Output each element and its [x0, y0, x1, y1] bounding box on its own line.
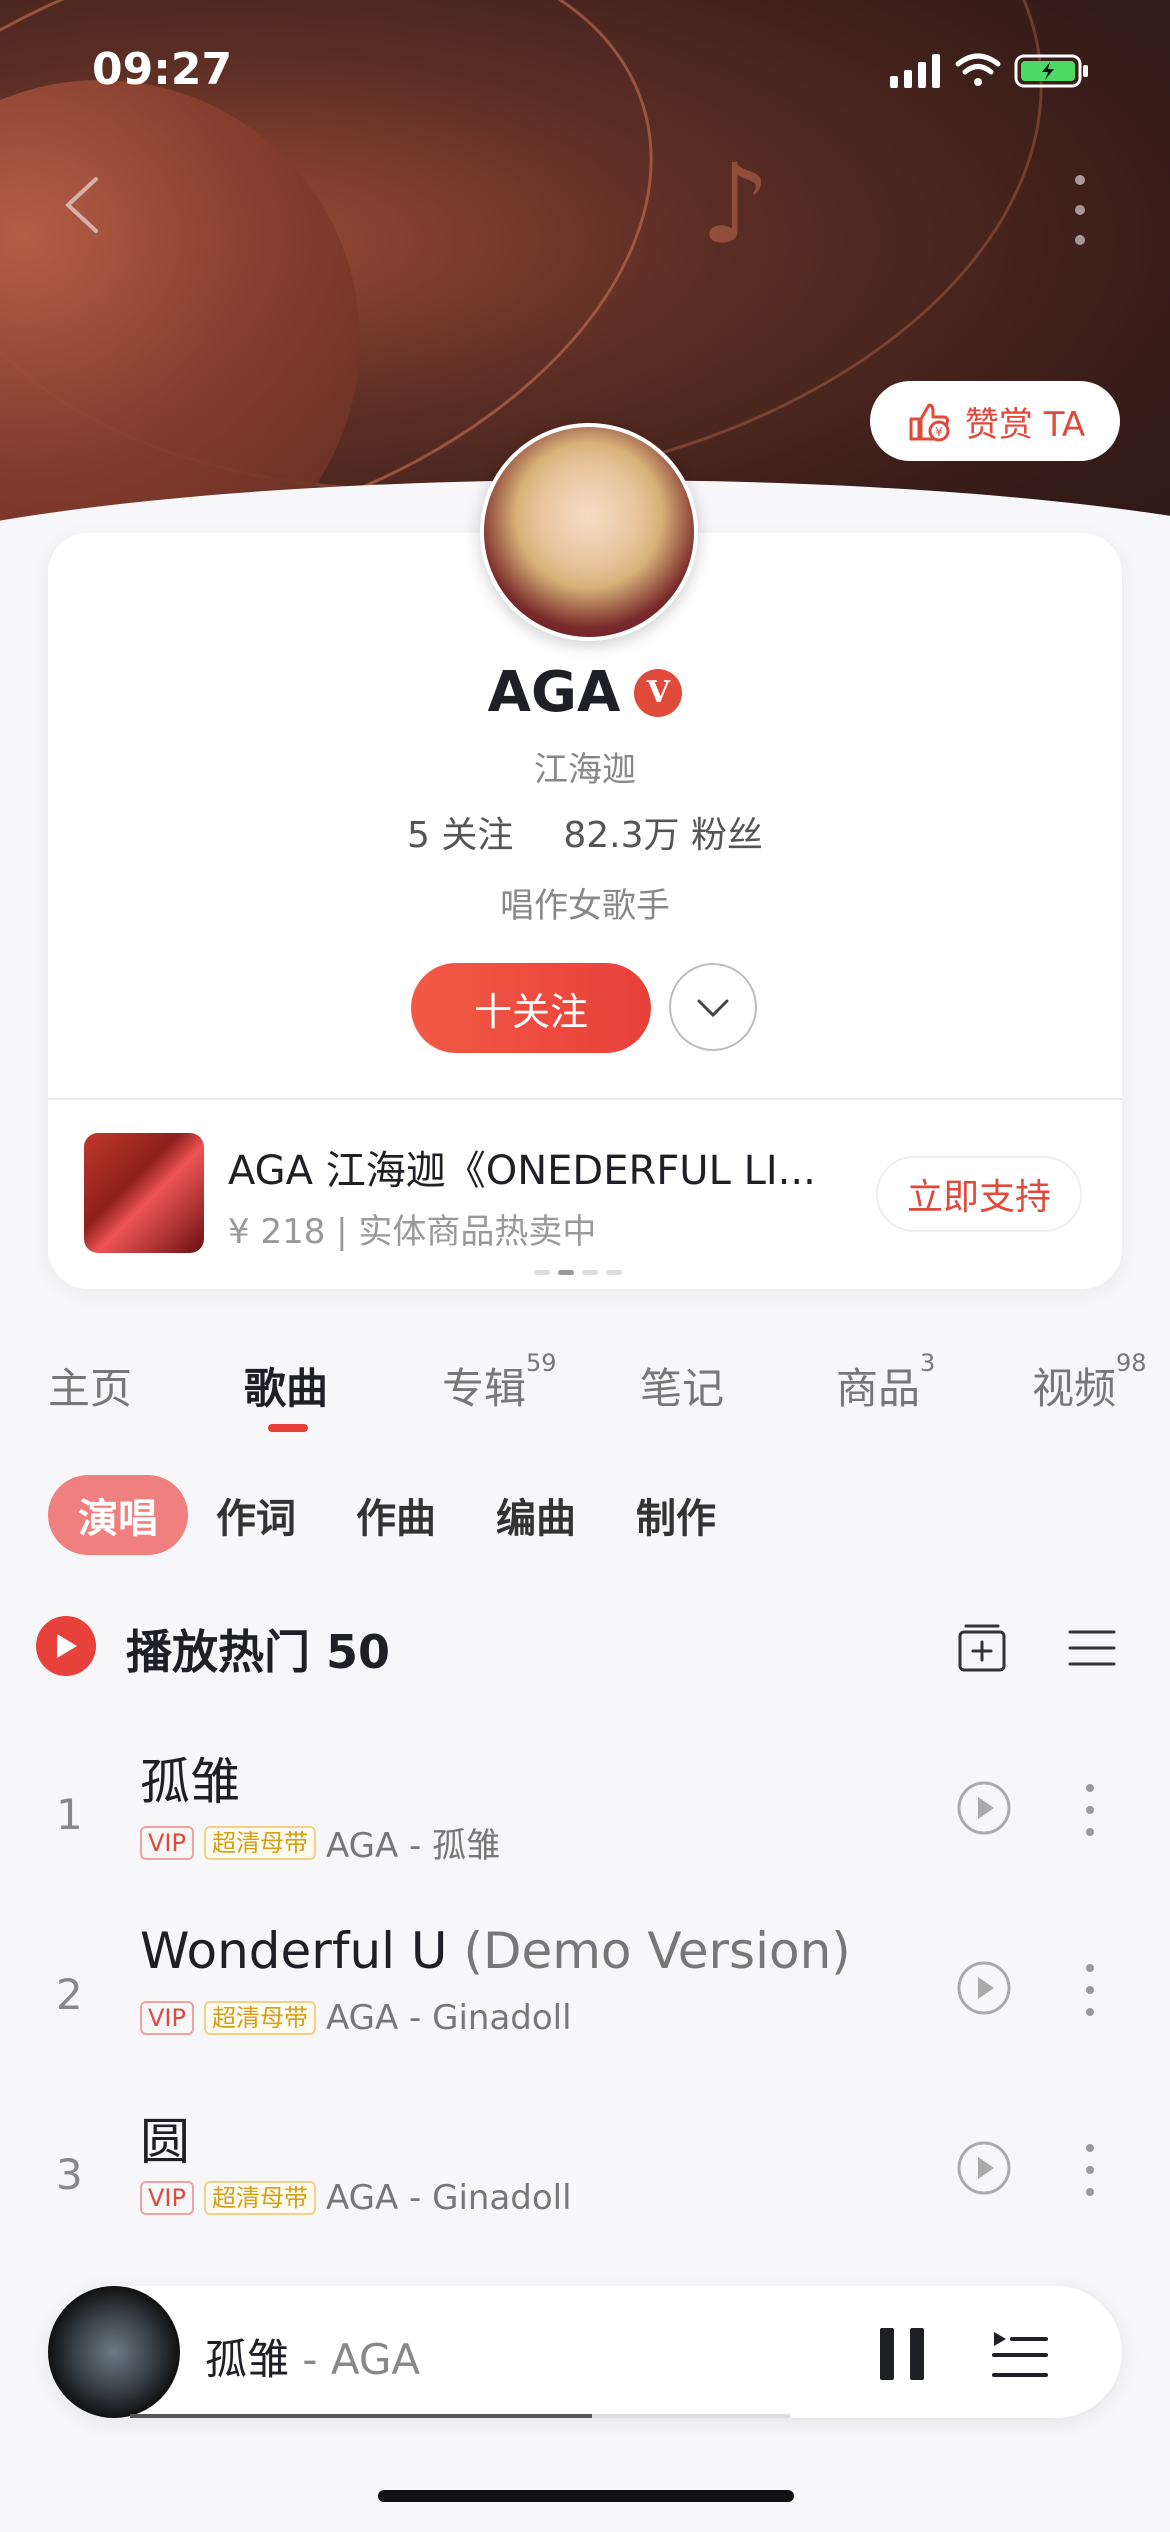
tab-videos[interactable]: 视频98: [1032, 1349, 1147, 1416]
tab-bar: 主页 歌曲 专辑59 笔记 商品3 视频98: [0, 1349, 1170, 1435]
song-meta: VIP 超清母带 AGA - Ginadoll: [140, 2178, 572, 2218]
artist-bio: 唱作女歌手: [500, 886, 670, 926]
more-vertical-icon[interactable]: [1070, 170, 1090, 250]
subtab-compose[interactable]: 作曲: [356, 1475, 436, 1555]
subtab-arrange[interactable]: 编曲: [496, 1475, 576, 1555]
playlist-queue-icon[interactable]: [992, 2330, 1048, 2380]
status-time: 09:27: [92, 44, 233, 95]
song-row[interactable]: 2 Wonderful U (Demo Version) VIP 超清母带 AG…: [0, 1922, 1170, 2092]
carousel-dot: [558, 1270, 574, 1275]
song-title: 圆: [140, 2113, 190, 2171]
followers-stat[interactable]: 82.3万 粉丝: [563, 806, 763, 858]
song-index: 1: [56, 1790, 83, 1839]
player-track-title: 孤雏 - AGA: [205, 2335, 421, 2384]
vip-badge: VIP: [140, 2001, 194, 2035]
subtab-lyrics[interactable]: 作词: [216, 1475, 296, 1555]
pause-icon[interactable]: [876, 2326, 928, 2382]
carousel-dot: [534, 1270, 550, 1275]
music-note-icon: ♪: [700, 140, 771, 268]
artist-name-row: AGA V: [0, 660, 1170, 725]
status-icons: [890, 50, 1100, 94]
song-artist-album: AGA - 孤雏: [325, 1826, 501, 1866]
vip-badge: VIP: [140, 1825, 194, 1860]
profile-stats: 5 关注 82.3万 粉丝: [0, 806, 1170, 858]
carousel-dot: [582, 1270, 598, 1275]
avatar[interactable]: [480, 423, 698, 641]
video-play-icon[interactable]: [956, 1780, 1012, 1836]
tab-songs[interactable]: 歌曲: [244, 1355, 328, 1416]
carousel-dots: [534, 1270, 622, 1275]
quality-badge: 超清母带: [203, 2181, 316, 2215]
song-meta: VIP 超清母带 AGA - 孤雏: [140, 1818, 500, 1867]
subtab-produce[interactable]: 制作: [636, 1475, 716, 1555]
song-row[interactable]: 3 圆 VIP 超清母带 AGA - Ginadoll: [0, 2102, 1170, 2272]
artist-name: AGA: [487, 660, 621, 725]
more-vertical-icon[interactable]: [1080, 2140, 1100, 2200]
song-title: Wonderful U (Demo Version): [140, 1922, 851, 1980]
quality-badge: 超清母带: [203, 1825, 316, 1860]
signal-icon: [890, 54, 940, 88]
battery-icon: [1014, 54, 1088, 88]
song-artist-album: AGA - Ginadoll: [325, 1998, 572, 2038]
tip-button[interactable]: ¥ 赞赏 TA: [870, 381, 1120, 461]
vip-badge: VIP: [140, 2181, 194, 2215]
active-tab-indicator: [268, 1424, 308, 1432]
expand-button[interactable]: [669, 963, 757, 1051]
product-title[interactable]: AGA 江海迦《ONEDERFUL LI...: [228, 1138, 828, 1196]
svg-text:¥: ¥: [935, 425, 943, 439]
player-album-cover[interactable]: [48, 2286, 180, 2418]
song-artist-album: AGA - Ginadoll: [325, 2178, 572, 2218]
song-index: 3: [56, 2150, 83, 2199]
progress-fill: [130, 2414, 592, 2418]
play-all-button[interactable]: [36, 1616, 96, 1676]
carousel-dot: [606, 1270, 622, 1275]
more-vertical-icon[interactable]: [1080, 1780, 1100, 1840]
play-hot-label[interactable]: 播放热门 50: [126, 1616, 390, 1682]
thumbs-up-coin-icon: ¥: [909, 403, 950, 442]
play-icon: [57, 1634, 77, 1658]
song-index: 2: [56, 1970, 83, 2019]
video-play-icon[interactable]: [956, 1960, 1012, 2016]
add-to-playlist-icon[interactable]: [956, 1622, 1008, 1674]
product-subtitle: ¥ 218 | 实体商品热卖中: [228, 1212, 597, 1252]
quality-badge: 超清母带: [203, 2001, 316, 2035]
chevron-down-icon: [697, 999, 729, 1018]
divider: [48, 1098, 1122, 1100]
artist-alias: 江海迦: [534, 750, 636, 790]
tip-button-label: 赞赏 TA: [964, 404, 1086, 445]
following-stat[interactable]: 5 关注: [407, 806, 513, 858]
support-button[interactable]: 立即支持: [876, 1156, 1082, 1232]
song-meta: VIP 超清母带 AGA - Ginadoll: [140, 1998, 572, 2038]
tab-home[interactable]: 主页: [48, 1355, 132, 1416]
tab-albums[interactable]: 专辑59: [442, 1349, 557, 1416]
back-icon[interactable]: [56, 175, 116, 235]
more-vertical-icon[interactable]: [1080, 1960, 1100, 2020]
tab-products[interactable]: 商品3: [836, 1349, 935, 1416]
song-title: 孤雏: [140, 1753, 240, 1811]
home-indicator: [378, 2490, 794, 2502]
verified-badge-icon: V: [634, 668, 683, 717]
product-image[interactable]: [84, 1133, 204, 1253]
tab-notes[interactable]: 笔记: [640, 1355, 724, 1416]
song-row[interactable]: 1 孤雏 VIP 超清母带 AGA - 孤雏: [0, 1742, 1170, 1912]
video-play-icon[interactable]: [956, 2140, 1012, 2196]
subtab-sing[interactable]: 演唱: [48, 1475, 188, 1555]
wifi-icon: [955, 53, 1001, 86]
follow-button[interactable]: 十关注: [411, 963, 651, 1053]
list-menu-icon[interactable]: [1068, 1628, 1116, 1668]
